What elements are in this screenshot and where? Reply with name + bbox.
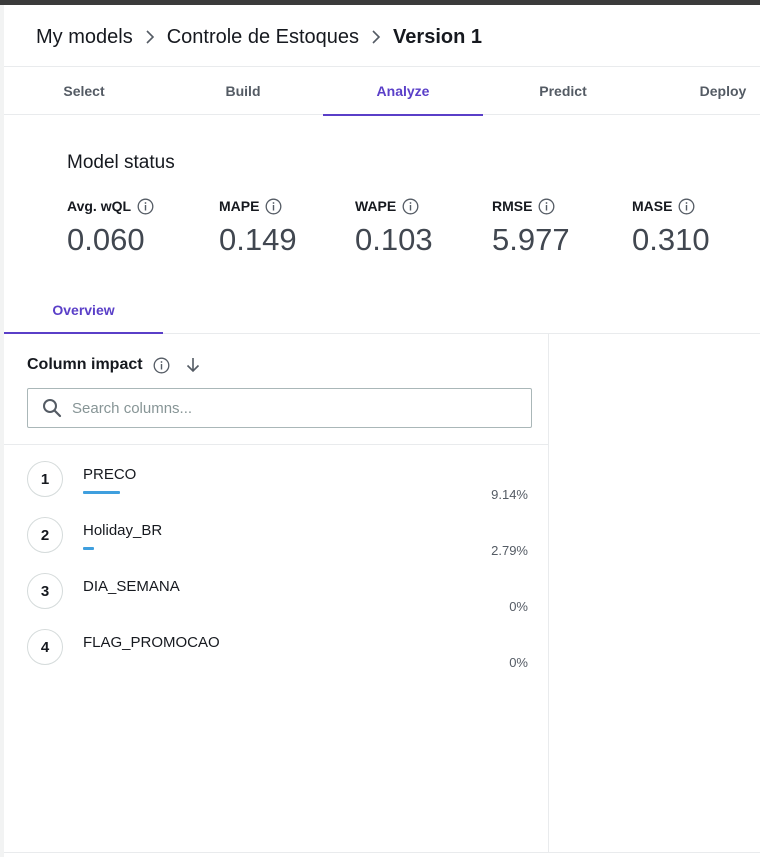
list-item[interactable]: 2 Holiday_BR 2.79% bbox=[27, 517, 532, 567]
tab-deploy[interactable]: Deploy bbox=[643, 67, 760, 115]
metric-wape: WAPE 0.103 bbox=[355, 196, 433, 258]
metric-label: RMSE bbox=[492, 198, 533, 214]
arrow-down-icon[interactable] bbox=[184, 356, 202, 374]
info-icon[interactable] bbox=[678, 198, 695, 215]
impact-bar bbox=[83, 547, 95, 550]
list-item[interactable]: 1 PRECO 9.14% bbox=[27, 461, 532, 511]
metric-value: 5.977 bbox=[492, 222, 570, 257]
column-impact-title: Column impact bbox=[27, 356, 143, 373]
impact-bar bbox=[83, 491, 120, 494]
breadcrumb-my-models[interactable]: My models bbox=[36, 26, 133, 49]
impact-percent: 2.79% bbox=[491, 543, 528, 558]
tab-predict[interactable]: Predict bbox=[483, 67, 643, 115]
metric-rmse: RMSE 5.977 bbox=[492, 196, 570, 258]
metric-label: Avg. wQL bbox=[67, 198, 132, 214]
metric-mase: MASE 0.310 bbox=[632, 196, 710, 258]
info-icon[interactable] bbox=[402, 198, 419, 215]
divider bbox=[4, 444, 548, 445]
metric-label: WAPE bbox=[355, 198, 397, 214]
info-icon[interactable] bbox=[265, 198, 282, 215]
tab-build[interactable]: Build bbox=[163, 67, 323, 115]
chevron-right-icon bbox=[133, 30, 167, 44]
search-icon bbox=[42, 398, 62, 418]
metric-mape: MAPE 0.149 bbox=[219, 196, 297, 258]
metric-value: 0.060 bbox=[67, 222, 145, 257]
metric-label: MAPE bbox=[219, 198, 260, 214]
bottom-divider bbox=[4, 852, 760, 853]
column-impact-panel: Column impact 1 PRECO 9.14% 2 Holiday_BR… bbox=[4, 334, 549, 852]
impact-percent: 0% bbox=[509, 655, 528, 670]
metric-value: 0.310 bbox=[632, 222, 710, 257]
breadcrumb-model[interactable]: Controle de Estoques bbox=[167, 26, 359, 49]
info-icon[interactable] bbox=[538, 198, 555, 215]
rank-badge: 4 bbox=[27, 629, 63, 665]
search-input[interactable] bbox=[72, 399, 492, 417]
column-name: PRECO bbox=[83, 466, 137, 483]
chevron-right-icon bbox=[359, 30, 393, 44]
impact-percent: 9.14% bbox=[491, 487, 528, 502]
metric-avg-wql: Avg. wQL 0.060 bbox=[67, 196, 154, 258]
rank-badge: 2 bbox=[27, 517, 63, 553]
tab-select[interactable]: Select bbox=[4, 67, 164, 115]
search-box bbox=[27, 388, 532, 428]
column-impact-header: Column impact bbox=[27, 354, 202, 376]
rank-badge: 1 bbox=[27, 461, 63, 497]
info-icon[interactable] bbox=[153, 357, 170, 374]
rank-badge: 3 bbox=[27, 573, 63, 609]
column-name: FLAG_PROMOCAO bbox=[83, 634, 220, 651]
impact-percent: 0% bbox=[509, 599, 528, 614]
breadcrumb-current: Version 1 bbox=[393, 25, 482, 48]
top-bar bbox=[0, 0, 760, 5]
list-item[interactable]: 4 FLAG_PROMOCAO 0% bbox=[27, 629, 532, 679]
tab-overview[interactable]: Overview bbox=[4, 288, 163, 334]
metric-value: 0.103 bbox=[355, 222, 433, 257]
workflow-tabs: Select Build Analyze Predict Deploy bbox=[4, 66, 760, 116]
tab-analyze[interactable]: Analyze bbox=[323, 67, 483, 116]
column-name: DIA_SEMANA bbox=[83, 578, 180, 595]
column-name: Holiday_BR bbox=[83, 522, 163, 539]
list-item[interactable]: 3 DIA_SEMANA 0% bbox=[27, 573, 532, 623]
analysis-subtabs: Overview bbox=[4, 288, 760, 334]
breadcrumb: My models Controle de Estoques Version 1 bbox=[36, 22, 482, 52]
model-status-title: Model status bbox=[67, 152, 175, 173]
metric-label: MASE bbox=[632, 198, 673, 214]
info-icon[interactable] bbox=[137, 198, 154, 215]
metric-value: 0.149 bbox=[219, 222, 297, 257]
